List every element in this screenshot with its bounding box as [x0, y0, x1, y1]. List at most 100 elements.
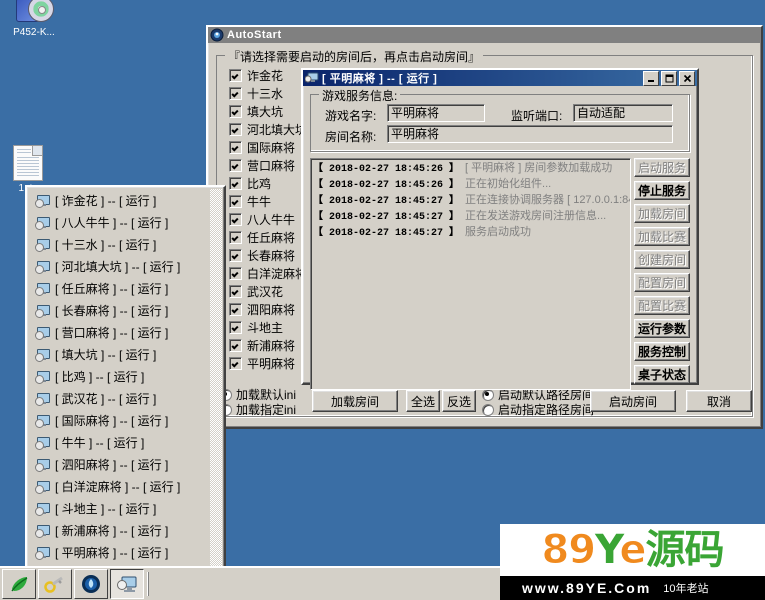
start-mode-radio-group: 启动默认路径房间 启动指定路径房间 [482, 387, 594, 417]
running-room-item[interactable]: [ 河北填大坑 ] -- [ 运行 ] [29, 255, 210, 277]
service-action-button[interactable]: 桌子状态 [634, 365, 690, 384]
load-rooms-button[interactable]: 加载房间 [312, 390, 398, 412]
autostart-titlebar[interactable]: AutoStart [208, 27, 761, 43]
checkbox-icon[interactable] [229, 230, 242, 244]
running-rooms-scrollbar[interactable] [210, 189, 222, 566]
load-mode-option[interactable]: 加载指定ini [220, 402, 296, 417]
autostart-app-icon [210, 28, 224, 42]
watermark-logo-cn: 源码 [645, 527, 725, 573]
log-message: 正在连接协调服务器 [ 127.0.0.1:8410 ] [465, 194, 630, 206]
log-message: [ 平明麻将 ] 房间参数加载成功 [465, 162, 613, 174]
select-all-button[interactable]: 全选 [406, 390, 440, 412]
running-room-label: [ 任丘麻将 ] -- [ 运行 ] [55, 281, 169, 296]
room-name-field[interactable]: 平明麻将 [387, 125, 673, 143]
running-room-item[interactable]: [ 牛牛 ] -- [ 运行 ] [29, 431, 210, 453]
taskbar-leaf-icon[interactable] [2, 569, 36, 599]
checkbox-icon[interactable] [229, 194, 242, 208]
running-rooms-list[interactable]: [ 诈金花 ] -- [ 运行 ] [ 八人牛牛 ] -- [ 运行 ] [ 十三水… [29, 189, 210, 566]
listen-port-label: 监听端口: [511, 109, 563, 123]
invert-selection-button[interactable]: 反选 [442, 390, 476, 412]
running-room-label: [ 平明麻将 ] -- [ 运行 ] [55, 545, 169, 560]
taskbar-grip[interactable] [147, 572, 151, 596]
service-action-button[interactable]: 停止服务 [634, 181, 690, 200]
desktop: P452-K... 1. tx AutoStart 『请选择需要启动的房间后，再… [0, 0, 765, 570]
room-name-label: 房间名称: [325, 130, 377, 144]
log-line: 【 2018-02-27 18:45:26 】 正在初始化组件... [313, 177, 630, 193]
game-server-body: 游戏服务信息: 游戏名字: 平明麻将 监听端口: 自动适配 房间名称: 平明麻将… [303, 86, 697, 390]
load-mode-option[interactable]: 加载默认ini [220, 387, 296, 402]
site-watermark: 89Ye源码 www.89YE.Com 10年老站 [500, 524, 765, 600]
desktop-icon-cd[interactable]: P452-K... [2, 0, 66, 38]
service-action-button[interactable]: 服务控制 [634, 342, 690, 361]
checkbox-icon[interactable] [229, 356, 242, 370]
log-timestamp: 【 2018-02-27 18:45:27 】 [313, 228, 466, 239]
start-mode-option-label: 启动指定路径房间 [498, 403, 595, 417]
checkbox-icon[interactable] [229, 338, 242, 352]
checkbox-icon[interactable] [229, 284, 242, 298]
server-monitor-icon [35, 392, 50, 406]
running-room-item[interactable]: [ 斗地主 ] -- [ 运行 ] [29, 497, 210, 519]
running-room-item[interactable]: [ 白洋淀麻将 ] -- [ 运行 ] [29, 475, 210, 497]
running-room-item[interactable]: [ 新浦麻将 ] -- [ 运行 ] [29, 519, 210, 541]
running-room-label: [ 泗阳麻将 ] -- [ 运行 ] [55, 457, 169, 472]
checkbox-icon[interactable] [229, 122, 242, 136]
maximize-button[interactable] [661, 70, 677, 86]
radio-icon[interactable] [482, 403, 494, 416]
listen-port-field[interactable]: 自动适配 [573, 104, 673, 122]
room-checkbox-label: 十三水 [247, 86, 284, 101]
checkbox-icon[interactable] [229, 302, 242, 316]
checkbox-icon[interactable] [229, 68, 242, 82]
checkbox-icon[interactable] [229, 320, 242, 334]
minimize-button[interactable] [643, 70, 659, 86]
radio-icon[interactable] [482, 388, 494, 401]
room-checkbox-label: 新浦麻将 [247, 338, 296, 353]
watermark-logo-area: 89Ye源码 [500, 524, 765, 576]
cancel-button[interactable]: 取消 [686, 390, 752, 412]
start-rooms-button[interactable]: 启动房间 [590, 390, 676, 412]
checkbox-icon[interactable] [229, 248, 242, 262]
taskbar-server-icon[interactable] [110, 569, 144, 599]
room-checkbox-label: 河北填大坑 [247, 122, 308, 137]
scrollbar-track[interactable] [210, 189, 222, 566]
rooms-groupbox-label: 『请选择需要启动的房间后，再点击启动房间』 [225, 48, 484, 65]
checkbox-icon[interactable] [229, 212, 242, 226]
running-room-item[interactable]: [ 诈金花 ] -- [ 运行 ] [29, 189, 210, 211]
running-room-item[interactable]: [ 国际麻将 ] -- [ 运行 ] [29, 409, 210, 431]
running-room-item[interactable]: [ 泗阳麻将 ] -- [ 运行 ] [29, 453, 210, 475]
watermark-url: www.89YE.Com [522, 580, 652, 596]
game-server-window: [ 平明麻将 ] -- [ 运行 ] 游戏服务信息: 游戏名字: 平明麻将 监听… [301, 68, 699, 390]
running-room-label: [ 国际麻将 ] -- [ 运行 ] [55, 413, 169, 428]
running-room-item[interactable]: [ 八人牛牛 ] -- [ 运行 ] [29, 211, 210, 233]
running-room-item[interactable]: [ 平明麻将 ] -- [ 运行 ] [29, 541, 210, 563]
watermark-logo-89: 89 [541, 527, 597, 573]
running-room-item[interactable]: [ 十三水 ] -- [ 运行 ] [29, 233, 210, 255]
running-room-item[interactable]: [ 任丘麻将 ] -- [ 运行 ] [29, 277, 210, 299]
close-button[interactable] [679, 70, 695, 86]
service-action-button[interactable]: 运行参数 [634, 319, 690, 338]
taskbar-key-icon[interactable] [38, 569, 72, 599]
log-message: 正在初始化组件... [465, 178, 552, 190]
server-monitor-icon [35, 326, 50, 340]
checkbox-icon[interactable] [229, 176, 242, 190]
running-room-item[interactable]: [ 武汉花 ] -- [ 运行 ] [29, 387, 210, 409]
running-room-item[interactable]: [ 填大坑 ] -- [ 运行 ] [29, 343, 210, 365]
running-room-item[interactable]: [ 比鸡 ] -- [ 运行 ] [29, 365, 210, 387]
start-mode-option[interactable]: 启动指定路径房间 [482, 402, 594, 417]
game-server-titlebar[interactable]: [ 平明麻将 ] -- [ 运行 ] [303, 70, 697, 86]
checkbox-icon[interactable] [229, 104, 242, 118]
service-log-list[interactable]: 【 2018-02-27 18:45:26 】 [ 平明麻将 ] 房间参数加载成… [310, 158, 631, 390]
checkbox-icon[interactable] [229, 86, 242, 100]
room-checkbox-label: 国际麻将 [247, 140, 296, 155]
running-room-item[interactable]: [ 营口麻将 ] -- [ 运行 ] [29, 321, 210, 343]
game-name-label: 游戏名字: [325, 109, 377, 123]
log-message: 服务启动成功 [465, 226, 532, 238]
game-name-field[interactable]: 平明麻将 [387, 104, 485, 122]
service-action-button: 加载房间 [634, 204, 690, 223]
checkbox-icon[interactable] [229, 266, 242, 280]
checkbox-icon[interactable] [229, 158, 242, 172]
running-room-item[interactable]: [ 长春麻将 ] -- [ 运行 ] [29, 299, 210, 321]
checkbox-icon[interactable] [229, 140, 242, 154]
taskbar-blue-orb-icon[interactable] [74, 569, 108, 599]
log-line: 【 2018-02-27 18:45:27 】 正在连接协调服务器 [ 127.… [313, 193, 630, 209]
server-monitor-icon [35, 480, 50, 494]
